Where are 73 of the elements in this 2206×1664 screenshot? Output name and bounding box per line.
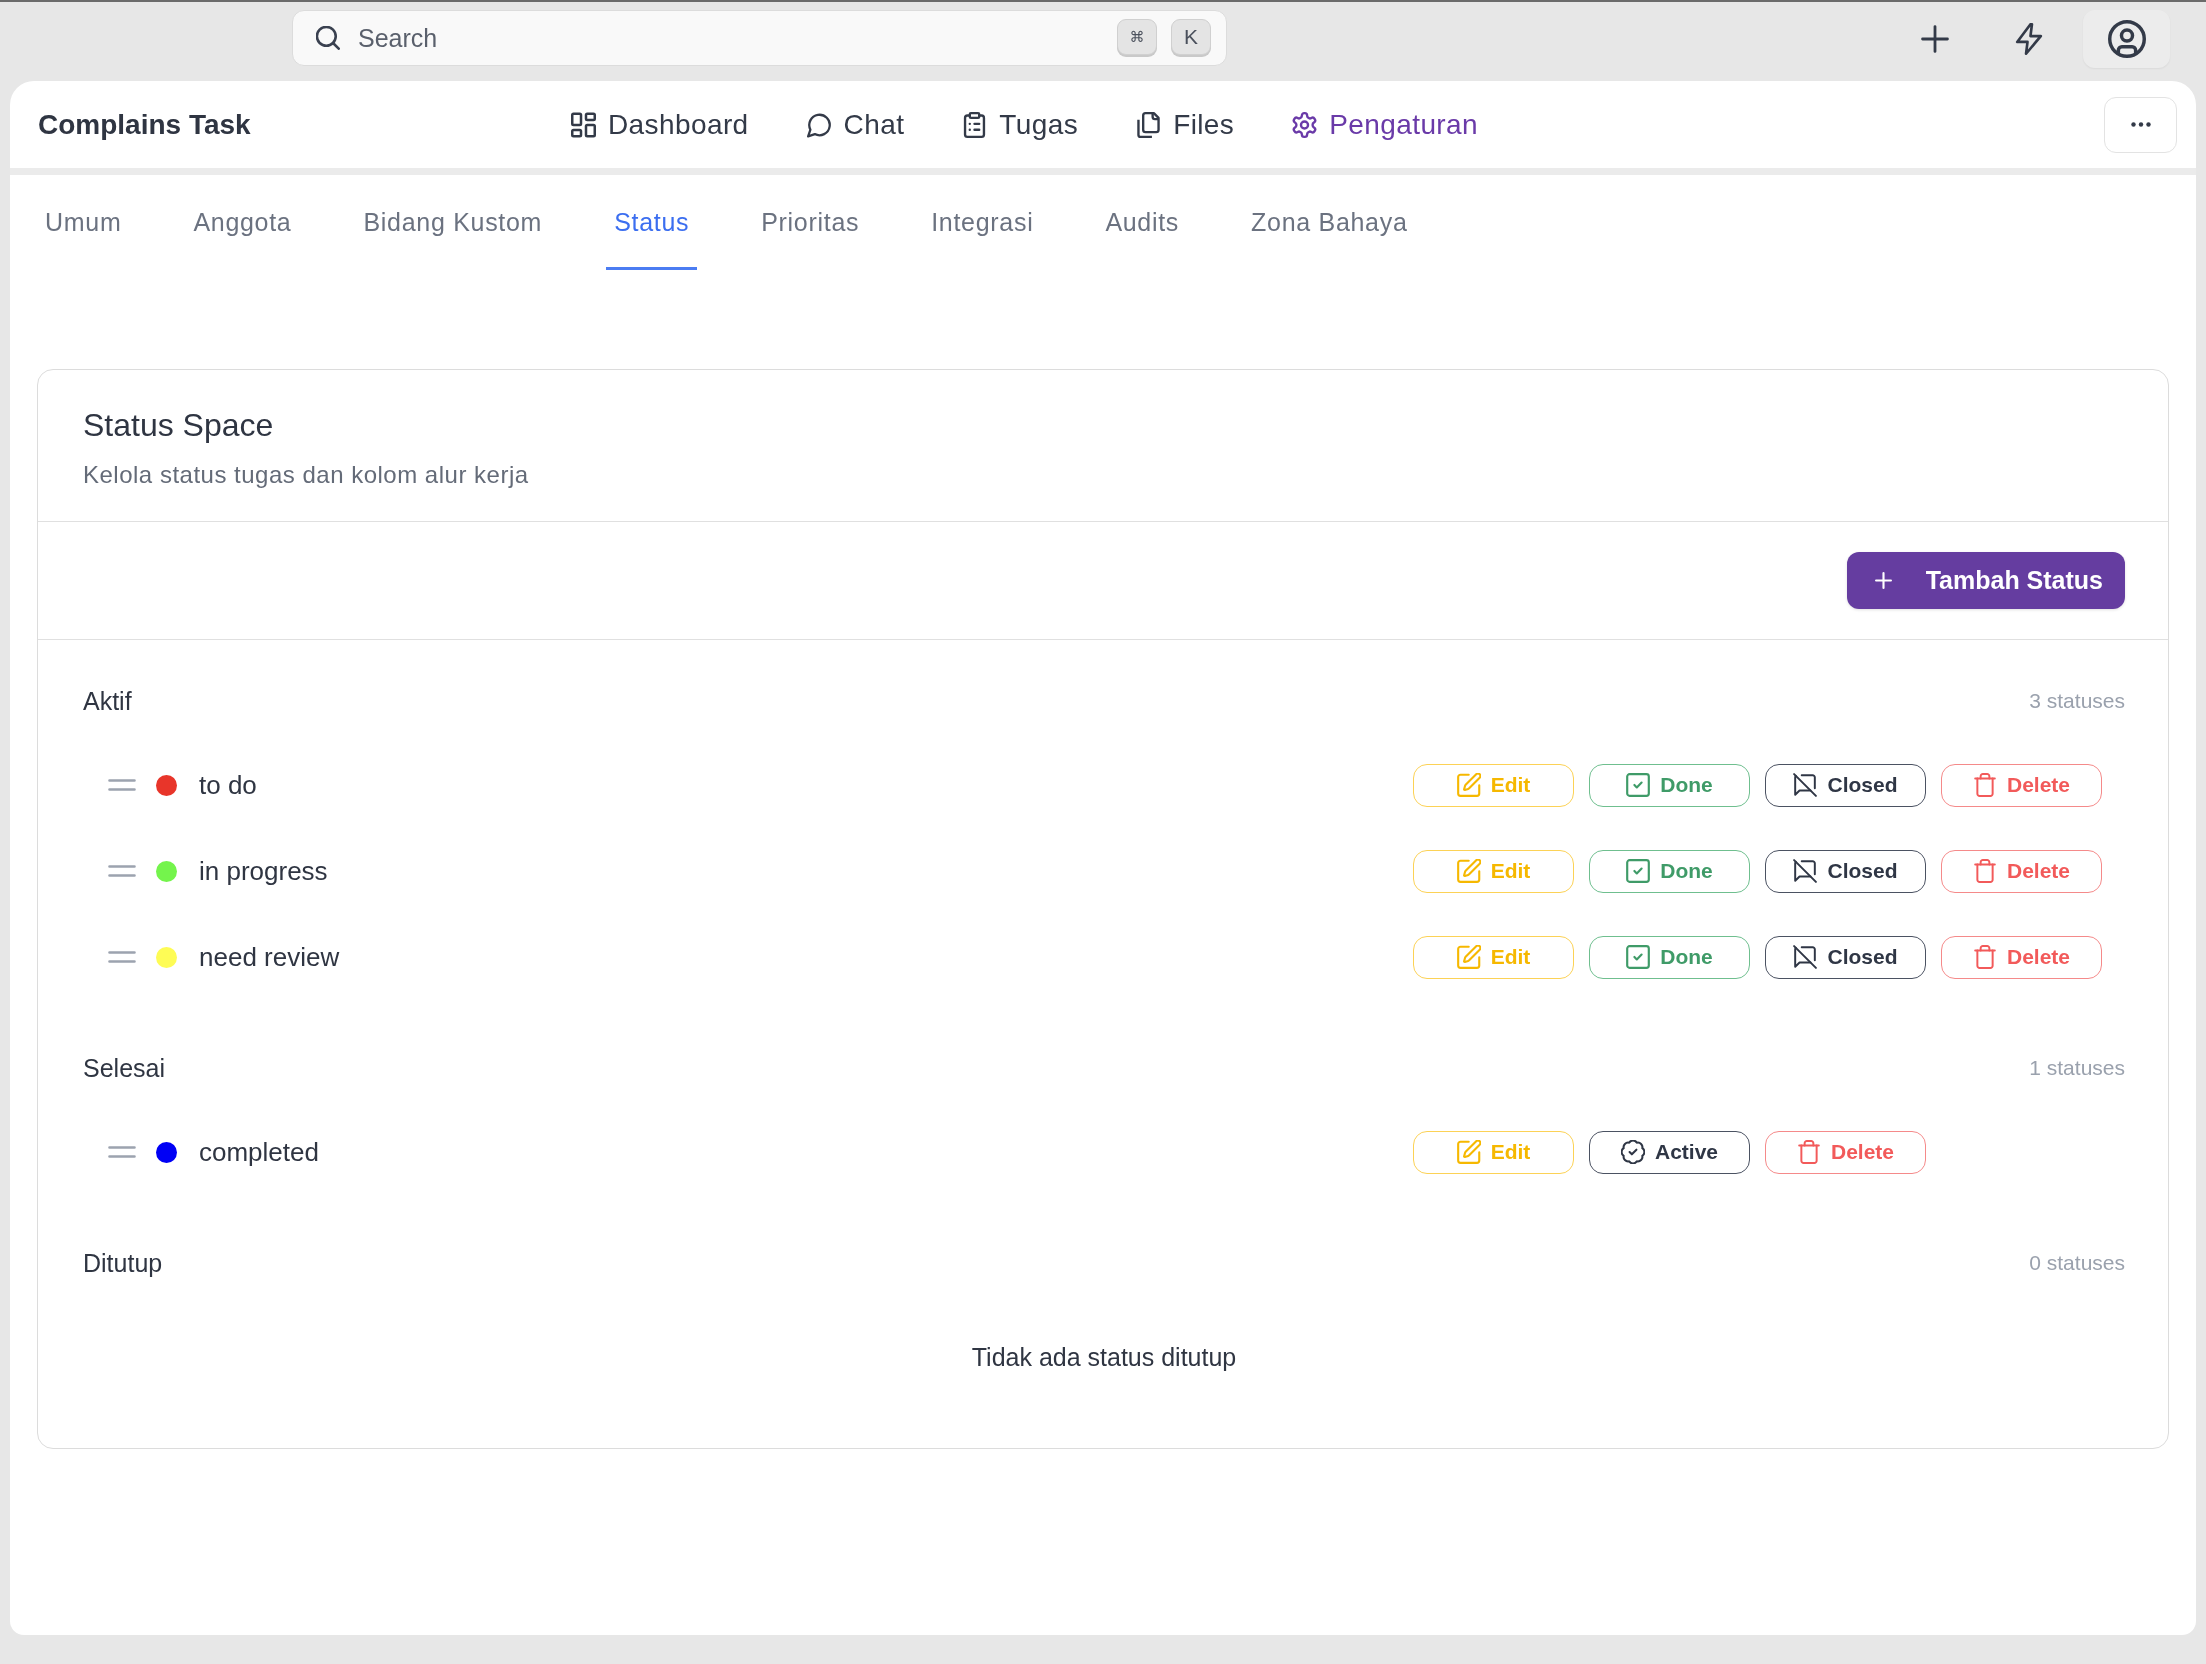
drag-handle-icon[interactable] <box>108 779 136 791</box>
pencil-square-icon <box>1456 945 1481 969</box>
empty-message: Tidak ada status ditutup <box>970 1342 1238 1373</box>
clipboard-icon <box>962 111 988 138</box>
add-status-button[interactable]: Tambah Status <box>1846 552 2125 609</box>
check-square-icon <box>1626 945 1651 969</box>
nav-link[interactable]: Chat <box>806 108 905 141</box>
trash-icon <box>1973 859 1997 883</box>
pencil-square-icon <box>1456 1140 1481 1164</box>
card-subtitle: Kelola status tugas dan kolom alur kerja <box>83 460 530 490</box>
drag-handle-icon[interactable] <box>108 951 136 963</box>
status-count: 0 statuses <box>2029 1251 2125 1275</box>
shortcut-key: ⌘ <box>1117 19 1157 55</box>
more-button[interactable] <box>2104 96 2177 153</box>
settings-tab[interactable]: Zona Bahaya <box>1243 175 1416 270</box>
nav-link[interactable]: Dashboard <box>571 108 749 141</box>
drag-handle-icon[interactable] <box>108 1146 136 1158</box>
group-label: Aktif <box>83 686 132 716</box>
closed-button[interactable]: Closed <box>1765 935 1926 979</box>
slashed-message-icon <box>1793 859 1818 883</box>
settings-tab[interactable]: Integrasi <box>923 175 1042 270</box>
nav-link[interactable]: Tugas <box>962 108 1079 141</box>
settings-tab[interactable]: Bidang Kustom <box>355 175 551 270</box>
plus-icon[interactable] <box>1921 25 1949 53</box>
delete-button[interactable]: Delete <box>1941 763 2102 807</box>
user-circle-icon <box>2107 20 2146 58</box>
grid-icon <box>571 111 596 138</box>
delete-button[interactable]: Delete <box>1941 849 2102 893</box>
drag-handle-icon[interactable] <box>108 865 136 877</box>
nav-link[interactable]: Files <box>1136 108 1235 141</box>
delete-button[interactable]: Delete <box>1941 935 2102 979</box>
more-icon <box>2130 122 2151 127</box>
closed-button[interactable]: Closed <box>1765 763 1926 807</box>
pencil-square-icon <box>1456 773 1481 797</box>
check-square-icon <box>1626 773 1651 797</box>
settings-tab[interactable]: Status <box>606 175 698 270</box>
settings-tab[interactable]: Umum <box>37 175 130 270</box>
settings-icon <box>1292 111 1318 138</box>
status-name: need review <box>199 941 340 973</box>
done-button[interactable]: Done <box>1589 849 1750 893</box>
card-title: Status Space <box>83 406 275 445</box>
status-count: 1 statuses <box>2029 1056 2125 1080</box>
plus-icon <box>1874 572 1892 589</box>
trash-icon <box>1973 773 1997 797</box>
done-button[interactable]: Done <box>1589 935 1750 979</box>
done-button[interactable]: Done <box>1589 763 1750 807</box>
settings-tab[interactable]: Anggota <box>185 175 300 270</box>
check-square-icon <box>1626 859 1651 883</box>
pencil-square-icon <box>1456 859 1481 883</box>
settings-tab[interactable]: Prioritas <box>753 175 868 270</box>
status-name: in progress <box>199 855 328 887</box>
slashed-message-icon <box>1793 773 1818 797</box>
group-label: Ditutup <box>83 1248 163 1278</box>
active-button[interactable]: Active <box>1589 1130 1750 1174</box>
group-label: Selesai <box>83 1053 165 1083</box>
documents-icon <box>1136 111 1162 138</box>
profile-button[interactable] <box>2083 10 2170 68</box>
slashed-message-icon <box>1793 945 1818 969</box>
closed-button[interactable]: Closed <box>1765 849 1926 893</box>
delete-button[interactable]: Delete <box>1765 1130 1926 1174</box>
project-title: Complains Task <box>38 108 252 141</box>
trash-icon <box>1973 945 1997 969</box>
shortcut-key: K <box>1171 19 1211 55</box>
lightning-bolt-icon[interactable] <box>2015 23 2043 55</box>
settings-tab[interactable]: Audits <box>1097 175 1188 270</box>
status-name: completed <box>199 1136 319 1168</box>
check-badge-icon <box>1621 1140 1645 1164</box>
speech-bubble-icon <box>806 111 832 138</box>
status-name: to do <box>199 769 257 801</box>
trash-icon <box>1797 1140 1821 1164</box>
status-count: 3 statuses <box>2029 689 2125 713</box>
search-icon <box>316 26 340 50</box>
nav-link[interactable]: Pengaturan <box>1292 108 1479 141</box>
